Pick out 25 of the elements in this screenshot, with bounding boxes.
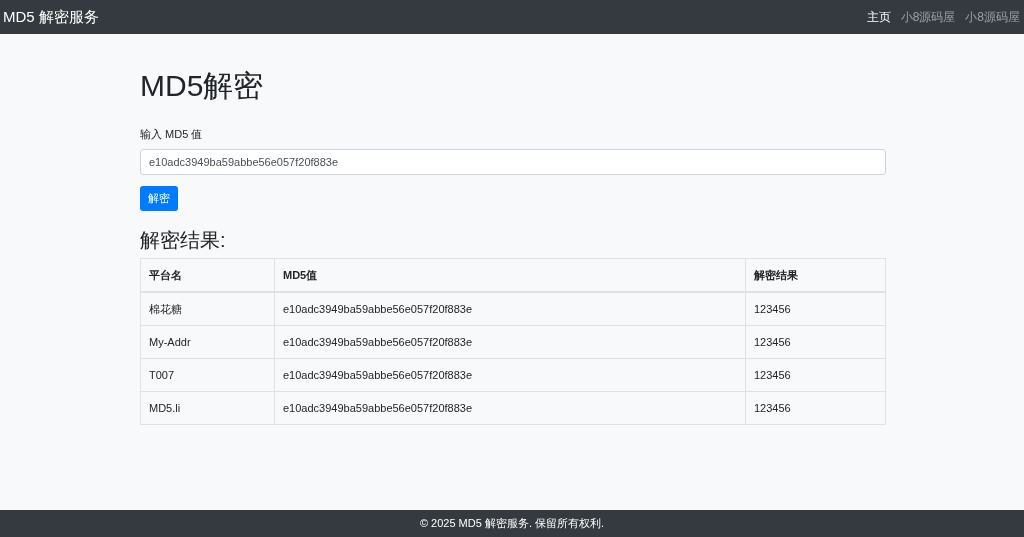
table-cell: T007 — [140, 358, 275, 392]
column-header: 平台名 — [140, 258, 275, 292]
results-heading: 解密结果: — [140, 228, 227, 253]
table-cell: 123456 — [745, 391, 886, 425]
table-cell: 123456 — [745, 325, 886, 359]
table-cell: My-Addr — [140, 325, 275, 359]
field-label: 输入 MD5 值 — [140, 127, 204, 142]
column-header: 解密结果 — [745, 258, 886, 292]
column-header: MD5值 — [274, 258, 746, 292]
copyright-text: © 2025 MD5 解密服务. 保留所有权利. — [419, 516, 605, 531]
table-cell: e10adc3949ba59abbe56e057f20f883e — [274, 391, 746, 425]
nav-link[interactable]: 小8源码屋 — [965, 8, 1020, 26]
table-cell: e10adc3949ba59abbe56e057f20f883e — [274, 325, 746, 359]
table-cell: 棉花糖 — [140, 292, 275, 326]
brand-title[interactable]: MD5 解密服务 — [3, 7, 99, 27]
table-cell: e10adc3949ba59abbe56e057f20f883e — [274, 358, 746, 392]
decrypt-button[interactable]: 解密 — [140, 186, 178, 211]
table-cell: e10adc3949ba59abbe56e057f20f883e — [274, 292, 746, 326]
table-cell: MD5.li — [140, 391, 275, 425]
table-cell: 123456 — [745, 358, 886, 392]
table-cell: 123456 — [745, 292, 886, 326]
nav-link[interactable]: 小8源码屋 — [900, 8, 956, 26]
page-title: MD5解密 — [140, 68, 265, 104]
nav-link[interactable]: 主页 — [866, 8, 891, 26]
md5-input-field[interactable]: e10adc3949ba59abbe56e057f20f883e — [140, 149, 886, 175]
